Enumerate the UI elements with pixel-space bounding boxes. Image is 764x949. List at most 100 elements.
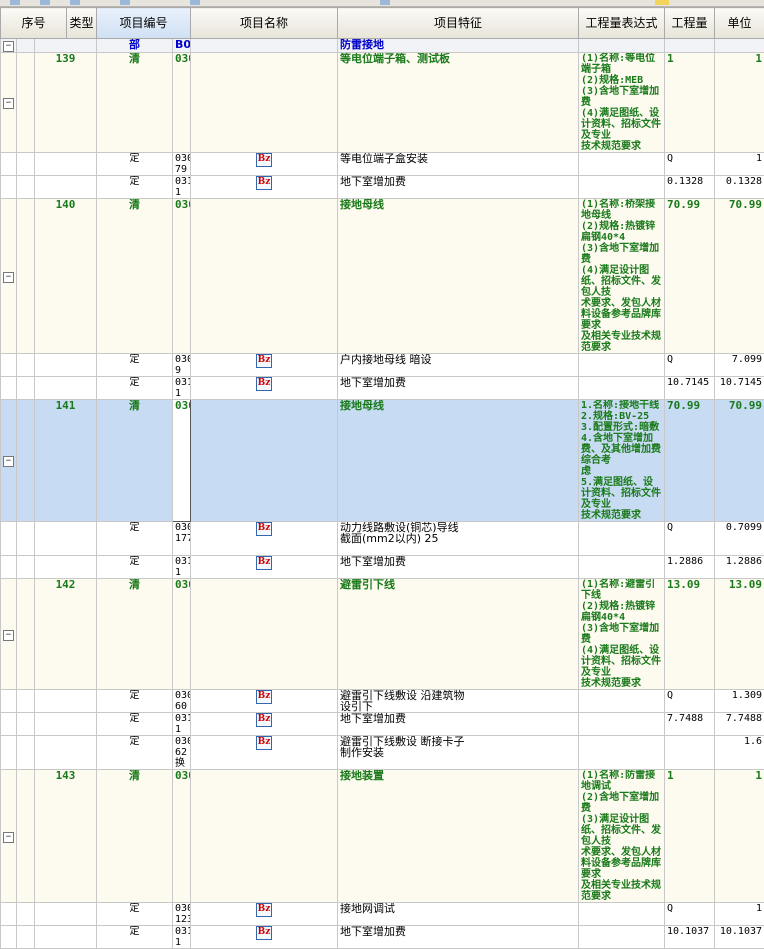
row-expression[interactable]: 13.09 [665,579,715,690]
bz-quota-icon[interactable]: Bz [256,736,272,750]
quota-row[interactable]: 定031106-1Bz地下室增加费7.74887.7488100元 [1,713,764,736]
row-features[interactable] [579,690,665,713]
row-quantity[interactable]: 1 [715,53,764,153]
bill-item-row[interactable]: −143清030414011002接地装置(1)名称:防雷接地调试 (2)含地下… [1,770,764,903]
row-code[interactable]: 030414011002 [173,770,191,903]
row-features[interactable] [579,926,665,949]
row-features[interactable]: (1)名称:避雷引下线 (2)规格:热镀锌扁钢40*4 (3)含地下室增加费 (… [579,579,665,690]
col-header-qty[interactable]: 工程量 [665,8,715,39]
row-quantity[interactable]: 70.99 [715,199,764,354]
row-expression[interactable]: 1 [665,770,715,903]
toolbar-icon[interactable] [190,0,200,5]
bz-quota-icon[interactable]: Bz [256,176,272,190]
row-features[interactable] [579,556,665,579]
row-code[interactable]: 031106-1 [173,556,191,579]
row-quantity[interactable]: 13.09 [715,579,764,690]
row-expression[interactable]: Q [665,354,715,377]
row-name[interactable]: 接地母线 [338,400,579,522]
row-name[interactable]: 接地母线 [338,199,579,354]
row-quantity[interactable]: 1.2886 [715,556,764,579]
row-code[interactable]: 031106-1 [173,926,191,949]
row-expression[interactable]: 10.7145 [665,377,715,400]
row-quantity[interactable]: 10.1037 [715,926,764,949]
quota-row[interactable]: 定030209-79Bz等电位端子盒安装Q1套 [1,153,764,176]
row-expression[interactable]: 1 [665,53,715,153]
row-expression[interactable]: Q [665,522,715,556]
row-name[interactable]: 户内接地母线 暗设 [338,354,579,377]
row-name[interactable]: 地下室增加费 [338,926,579,949]
row-features[interactable] [579,903,665,926]
row-features[interactable] [579,176,665,199]
quota-row[interactable]: 定031106-1Bz地下室增加费10.714510.7145100元 [1,377,764,400]
col-header-name[interactable]: 项目名称 [191,8,338,39]
row-expression[interactable]: Q [665,903,715,926]
bill-item-row[interactable]: −139清030409008002等电位端子箱、测试板(1)名称:等电位端子箱 … [1,53,764,153]
toolbar-icon[interactable] [40,0,50,5]
row-name[interactable]: 等电位端子盒安装 [338,153,579,176]
row-quantity[interactable]: 1 [715,153,764,176]
quota-row[interactable]: 定030209-9Bz户内接地母线 暗设Q7.09910m [1,354,764,377]
row-name[interactable]: 防雷接地 [338,39,579,53]
row-features[interactable]: 1.名称:接地干线 2.规格:BV-25 3.配置形式:暗敷 4.含地下室增加费… [579,400,665,522]
bill-item-row[interactable]: −141清030409002001接地母线1.名称:接地干线 2.规格:BV-2… [1,400,764,522]
row-quantity[interactable]: 1 [715,903,764,926]
row-features[interactable] [579,736,665,770]
row-code[interactable]: 030209-60 [173,690,191,713]
collapse-toggle-icon[interactable]: − [3,98,14,109]
col-header-features[interactable]: 项目特征 [338,8,579,39]
row-quantity[interactable] [715,39,764,53]
row-name[interactable]: 地下室增加费 [338,556,579,579]
row-features[interactable]: (1)名称:等电位端子箱 (2)规格:MEB (3)含地下室增加费 (4)满足图… [579,53,665,153]
toolbar-icon[interactable] [70,0,80,5]
row-expression[interactable]: Q [665,153,715,176]
row-code[interactable]: 030210-123 [173,903,191,926]
toolbar-icon[interactable] [10,0,20,5]
row-code[interactable]: 030211-177 [173,522,191,556]
row-features[interactable]: (1)名称:桥架接地母线 (2)规格:热镀锌扁钢40*4 (3)含地下室增加费 … [579,199,665,354]
row-features[interactable] [579,377,665,400]
quota-row[interactable]: 定030211-177Bz动力线路敷设(铜芯)导线 截面(mm2以内) 25Q0… [1,522,764,556]
row-code[interactable]: 030209-9 [173,354,191,377]
quota-row[interactable]: 定031106-1Bz地下室增加费0.13280.1328100元 [1,176,764,199]
row-name[interactable]: 地下室增加费 [338,377,579,400]
row-features[interactable] [579,713,665,736]
collapse-toggle-icon[interactable]: − [3,272,14,283]
bill-item-row[interactable]: −140清030409002002接地母线(1)名称:桥架接地母线 (2)规格:… [1,199,764,354]
row-name[interactable]: 接地网调试 [338,903,579,926]
row-code[interactable]: 030409003002 [173,579,191,690]
row-name[interactable]: 避雷引下线 [338,579,579,690]
col-header-expr[interactable]: 工程量表达式 [579,8,665,39]
bill-item-row[interactable]: −142清030409003002避雷引下线(1)名称:避雷引下线 (2)规格:… [1,579,764,690]
row-name[interactable]: 地下室增加费 [338,176,579,199]
row-quantity[interactable]: 1 [715,770,764,903]
bz-quota-icon[interactable]: Bz [256,903,272,917]
row-code[interactable]: 030409002002 [173,199,191,354]
bz-quota-icon[interactable]: Bz [256,522,272,536]
row-expression[interactable]: 70.99 [665,400,715,522]
row-expression[interactable] [665,736,715,770]
row-code[interactable]: 030409002001 [173,400,191,522]
row-features[interactable] [579,354,665,377]
toolbar-highlight-icon[interactable] [655,0,669,5]
row-code[interactable]: 031106-1 [173,377,191,400]
row-expression[interactable]: 7.7488 [665,713,715,736]
row-name[interactable]: 避雷引下线敷设 沿建筑物 设引下 [338,690,579,713]
quota-row[interactable]: 定030209-62换Bz避雷引下线敷设 断接卡子 制作安装1.610套 [1,736,764,770]
row-expression[interactable]: Q [665,690,715,713]
bz-quota-icon[interactable]: Bz [256,354,272,368]
collapse-toggle-icon[interactable]: − [3,456,14,467]
row-quantity[interactable]: 7.7488 [715,713,764,736]
quota-row[interactable]: 定030210-123Bz接地网调试Q1系统 [1,903,764,926]
row-code[interactable]: B0205 [173,39,191,53]
row-features[interactable] [579,153,665,176]
bz-quota-icon[interactable]: Bz [256,690,272,704]
row-expression[interactable]: 10.1037 [665,926,715,949]
bz-quota-icon[interactable]: Bz [256,377,272,391]
quota-row[interactable]: 定030209-60Bz避雷引下线敷设 沿建筑物 设引下Q1.30910m [1,690,764,713]
col-header-seq[interactable]: 序号 [1,8,67,39]
row-name[interactable]: 等电位端子箱、测试板 [338,53,579,153]
quota-row[interactable]: 定031106-1Bz地下室增加费10.103710.1037100元 [1,926,764,949]
row-quantity[interactable]: 10.7145 [715,377,764,400]
collapse-toggle-icon[interactable]: − [3,630,14,641]
bz-quota-icon[interactable]: Bz [256,713,272,727]
